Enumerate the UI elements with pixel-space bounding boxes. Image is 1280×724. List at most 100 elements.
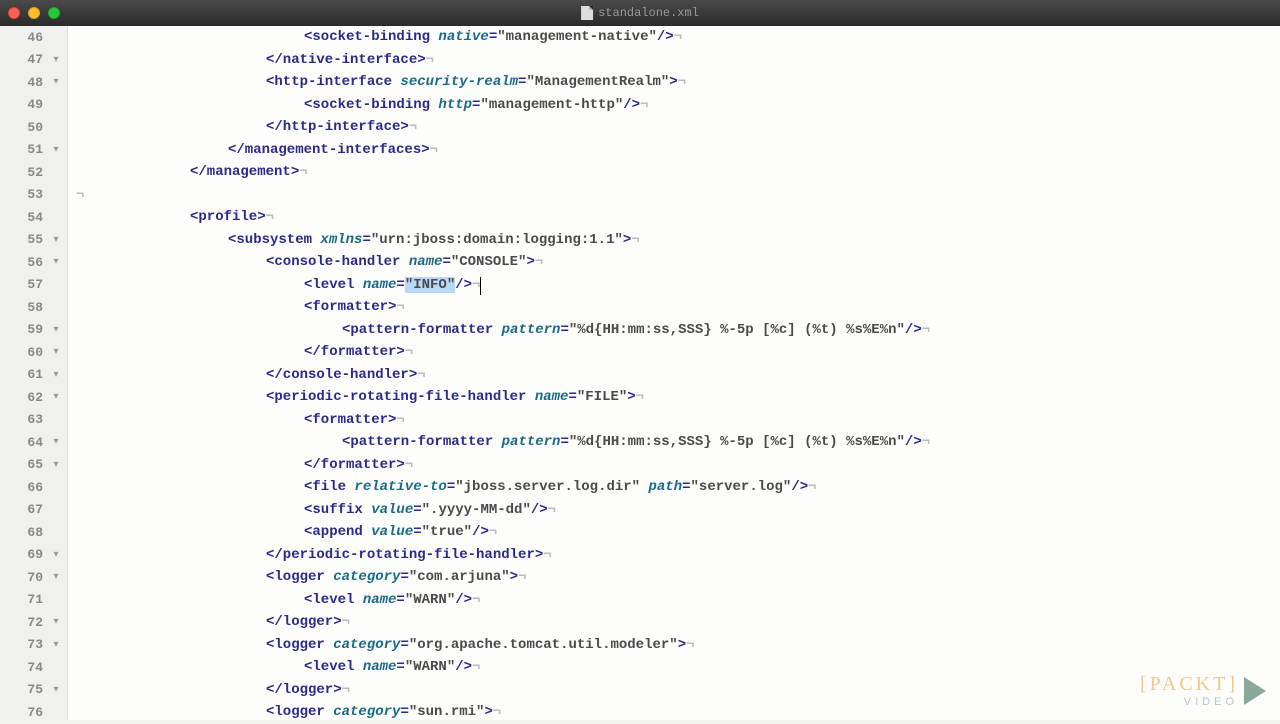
code-line[interactable]: </formatter>¬ [76,454,1280,477]
code-line[interactable]: ¬ [76,184,1280,207]
code-line[interactable]: <level name="WARN"/>¬ [76,589,1280,612]
gutter-row: 50 [0,116,67,139]
line-number: 68 [27,525,49,540]
code-line[interactable]: <console-handler name="CONSOLE">¬ [76,251,1280,274]
gutter-row: 47 [0,49,67,72]
fold-icon[interactable] [49,615,63,629]
zoom-icon[interactable] [48,7,60,19]
document-icon [581,6,593,20]
gutter-row: 74 [0,656,67,679]
line-number: 61 [27,367,49,382]
window-title: standalone.xml [581,6,699,20]
line-number: 52 [27,165,49,180]
code-line[interactable]: <socket-binding http="management-http"/>… [76,94,1280,117]
gutter-row: 52 [0,161,67,184]
fold-icon[interactable] [49,368,63,382]
fold-icon[interactable] [49,638,63,652]
text-cursor [480,277,481,295]
fold-icon[interactable] [49,548,63,562]
code-line[interactable]: </periodic-rotating-file-handler>¬ [76,544,1280,567]
code-line[interactable]: </logger>¬ [76,679,1280,702]
fold-icon[interactable] [49,345,63,359]
gutter-row: 58 [0,296,67,319]
line-number: 55 [27,232,49,247]
code-line[interactable]: </formatter>¬ [76,341,1280,364]
code-line[interactable]: <socket-binding native="management-nativ… [76,26,1280,49]
code-line[interactable]: </native-interface>¬ [76,49,1280,72]
code-line[interactable]: <pattern-formatter pattern="%d{HH:mm:ss,… [76,431,1280,454]
titlebar: standalone.xml [0,0,1280,26]
watermark-brand: [PACKT] [1140,673,1238,695]
code-line[interactable]: </logger>¬ [76,611,1280,634]
code-line[interactable]: <file relative-to="jboss.server.log.dir"… [76,476,1280,499]
fold-icon[interactable] [49,458,63,472]
code-line[interactable]: </console-handler>¬ [76,364,1280,387]
line-number: 58 [27,300,49,315]
code-line[interactable]: <logger category="org.apache.tomcat.util… [76,634,1280,657]
fold-icon[interactable] [49,390,63,404]
code-line[interactable]: <suffix value=".yyyy-MM-dd"/>¬ [76,499,1280,522]
gutter-row: 71 [0,589,67,612]
line-number: 53 [27,187,49,202]
close-icon[interactable] [8,7,20,19]
gutter-row: 67 [0,499,67,522]
gutter-row: 54 [0,206,67,229]
fold-icon[interactable] [49,143,63,157]
code-line[interactable]: <logger category="sun.rmi">¬ [76,701,1280,724]
code-line[interactable]: <formatter>¬ [76,296,1280,319]
line-number: 60 [27,345,49,360]
gutter-row: 65 [0,454,67,477]
gutter-row: 72 [0,611,67,634]
gutter-row: 60 [0,341,67,364]
packt-watermark: [PACKT] VIDEO [1140,673,1266,708]
code-line[interactable]: </management-interfaces>¬ [76,139,1280,162]
fold-icon[interactable] [49,233,63,247]
minimize-icon[interactable] [28,7,40,19]
gutter-row: 73 [0,634,67,657]
code-line[interactable]: <profile>¬ [76,206,1280,229]
gutter-row: 48 [0,71,67,94]
line-number: 50 [27,120,49,135]
code-line[interactable]: <level name="INFO"/>¬ [76,274,1280,297]
gutter-row: 70 [0,566,67,589]
code-line[interactable]: <level name="WARN"/>¬ [76,656,1280,679]
code-line[interactable]: <periodic-rotating-file-handler name="FI… [76,386,1280,409]
code-area[interactable]: <socket-binding native="management-nativ… [68,26,1280,720]
line-number: 62 [27,390,49,405]
code-line[interactable]: <append value="true"/>¬ [76,521,1280,544]
fold-icon[interactable] [49,53,63,67]
gutter-row: 66 [0,476,67,499]
line-number: 63 [27,412,49,427]
line-number: 75 [27,682,49,697]
line-number: 66 [27,480,49,495]
fold-icon[interactable] [49,255,63,269]
gutter-row: 63 [0,409,67,432]
line-number: 70 [27,570,49,585]
code-line[interactable]: <subsystem xmlns="urn:jboss:domain:loggi… [76,229,1280,252]
fold-icon[interactable] [49,683,63,697]
line-number: 56 [27,255,49,270]
play-icon [1244,677,1266,705]
watermark-sub: VIDEO [1140,696,1238,708]
code-line[interactable]: </management>¬ [76,161,1280,184]
code-line[interactable]: </http-interface>¬ [76,116,1280,139]
gutter-row: 69 [0,544,67,567]
fold-icon[interactable] [49,75,63,89]
gutter-row: 76 [0,701,67,724]
code-line[interactable]: <http-interface security-realm="Manageme… [76,71,1280,94]
code-editor[interactable]: 4647484950515253545556575859606162636465… [0,26,1280,720]
fold-icon[interactable] [49,323,63,337]
code-line[interactable]: <formatter>¬ [76,409,1280,432]
line-number: 59 [27,322,49,337]
line-number: 69 [27,547,49,562]
fold-icon[interactable] [49,570,63,584]
line-number: 67 [27,502,49,517]
window-title-text: standalone.xml [598,6,699,20]
gutter-row: 55 [0,229,67,252]
gutter-row: 57 [0,274,67,297]
fold-icon[interactable] [49,435,63,449]
window-controls [8,7,60,19]
line-number: 46 [27,30,49,45]
code-line[interactable]: <logger category="com.arjuna">¬ [76,566,1280,589]
code-line[interactable]: <pattern-formatter pattern="%d{HH:mm:ss,… [76,319,1280,342]
